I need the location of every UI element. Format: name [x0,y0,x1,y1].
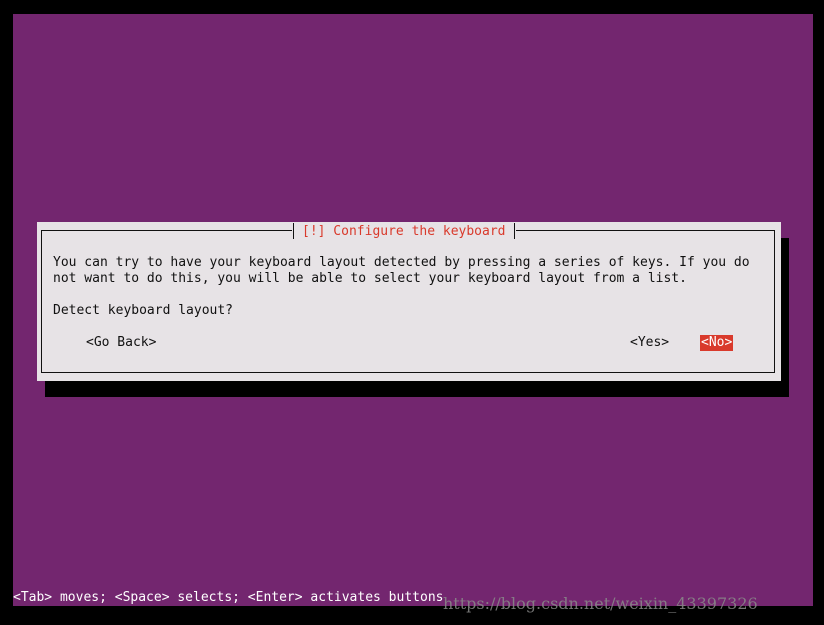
dialog-message-line-2: not want to do this, you will be able to… [53,271,687,286]
dialog-title: [!] Configure the keyboard [292,223,516,240]
dialog-frame: [!] Configure the keyboard [41,223,775,373]
configure-keyboard-dialog: [!] Configure the keyboard You can try t… [37,222,781,381]
status-help-line: <Tab> moves; <Space> selects; <Enter> ac… [13,590,444,605]
no-button[interactable]: <No> [700,335,734,351]
go-back-button[interactable]: <Go Back> [86,335,156,351]
dialog-question: Detect keyboard layout? [53,303,234,318]
yes-button[interactable]: <Yes> [630,335,669,351]
watermark: https://blog.csdn.net/weixin_43397326 [443,594,758,613]
dialog-message-line-1: You can try to have your keyboard layout… [53,255,750,270]
